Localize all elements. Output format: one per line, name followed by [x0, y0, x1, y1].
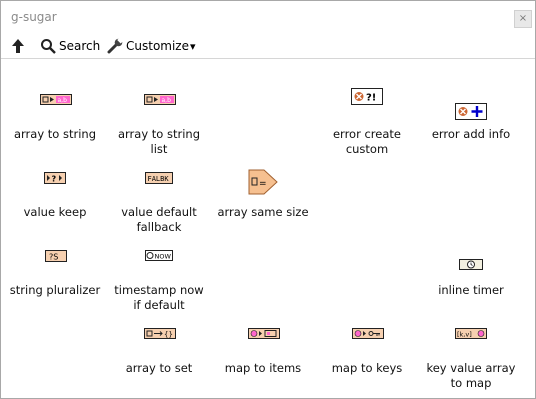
item-label: map to keys — [331, 361, 403, 375]
string-pluralizer-icon: ?S — [45, 250, 67, 262]
close-button[interactable]: × — [514, 10, 532, 28]
window-title: g-sugar — [11, 10, 57, 24]
map-to-keys-icon — [352, 328, 384, 339]
svg-text:FALBK: FALBK — [148, 175, 170, 183]
wrench-icon — [107, 38, 124, 54]
search-icon — [41, 39, 56, 54]
svg-text:NOW: NOW — [155, 253, 172, 261]
customize-label: Customize — [126, 39, 189, 53]
timer-icon — [459, 259, 483, 270]
item-label: array to string list — [117, 127, 201, 156]
toolbar: Search Customize ▾ — [1, 34, 535, 59]
item-label: key value array to map — [426, 361, 516, 390]
svg-text:?S: ?S — [49, 253, 58, 262]
item-label: array to set — [125, 361, 193, 375]
timestamp-now-icon: NOW — [145, 250, 173, 261]
title-bar: g-sugar × — [1, 1, 535, 33]
svg-text:?!: ?! — [366, 93, 376, 104]
map-to-items-icon — [248, 328, 280, 339]
item-label: map to items — [224, 361, 302, 375]
chevron-down-icon: ▾ — [190, 39, 196, 53]
up-arrow-icon — [12, 39, 24, 53]
search-button[interactable]: Search — [40, 37, 100, 55]
svg-text:[k,v]: [k,v] — [457, 331, 472, 339]
array-same-size-icon: = — [248, 169, 278, 195]
item-label: value keep — [23, 205, 87, 219]
item-label: error create custom — [332, 127, 401, 156]
array-to-set-icon: {} — [144, 328, 176, 339]
item-label: inline timer — [438, 283, 504, 297]
item-label: array to string — [13, 127, 97, 141]
svg-text:{}: {} — [164, 331, 173, 339]
up-button[interactable] — [11, 37, 25, 55]
svg-text:=: = — [259, 179, 267, 189]
array-to-string-list-icon: a,b — [144, 94, 176, 105]
item-label: value default fallback — [121, 205, 197, 234]
error-create-custom-icon: ?! — [351, 88, 383, 105]
array-to-string-icon: a,b — [40, 94, 72, 105]
error-add-info-icon — [455, 103, 487, 120]
palette-window: g-sugar × Search Customize ▾ a,b array t… — [0, 0, 536, 399]
svg-text:a,b: a,b — [162, 97, 172, 104]
item-label: timestamp now if default — [114, 283, 204, 312]
key-value-array-to-map-icon: [k,v] — [455, 328, 487, 339]
customize-button[interactable]: Customize ▾ — [107, 37, 196, 55]
search-label: Search — [59, 39, 101, 53]
svg-text:?: ? — [52, 175, 57, 184]
item-label: error add info — [431, 127, 511, 141]
function-palette: a,b array to string a,b array to string l… — [1, 59, 535, 398]
value-default-fallback-icon: FALBK — [145, 172, 173, 184]
svg-text:a,b: a,b — [58, 97, 68, 104]
item-label: string pluralizer — [9, 283, 101, 297]
item-label: array same size — [217, 205, 309, 219]
value-keep-icon: ? — [44, 172, 66, 184]
